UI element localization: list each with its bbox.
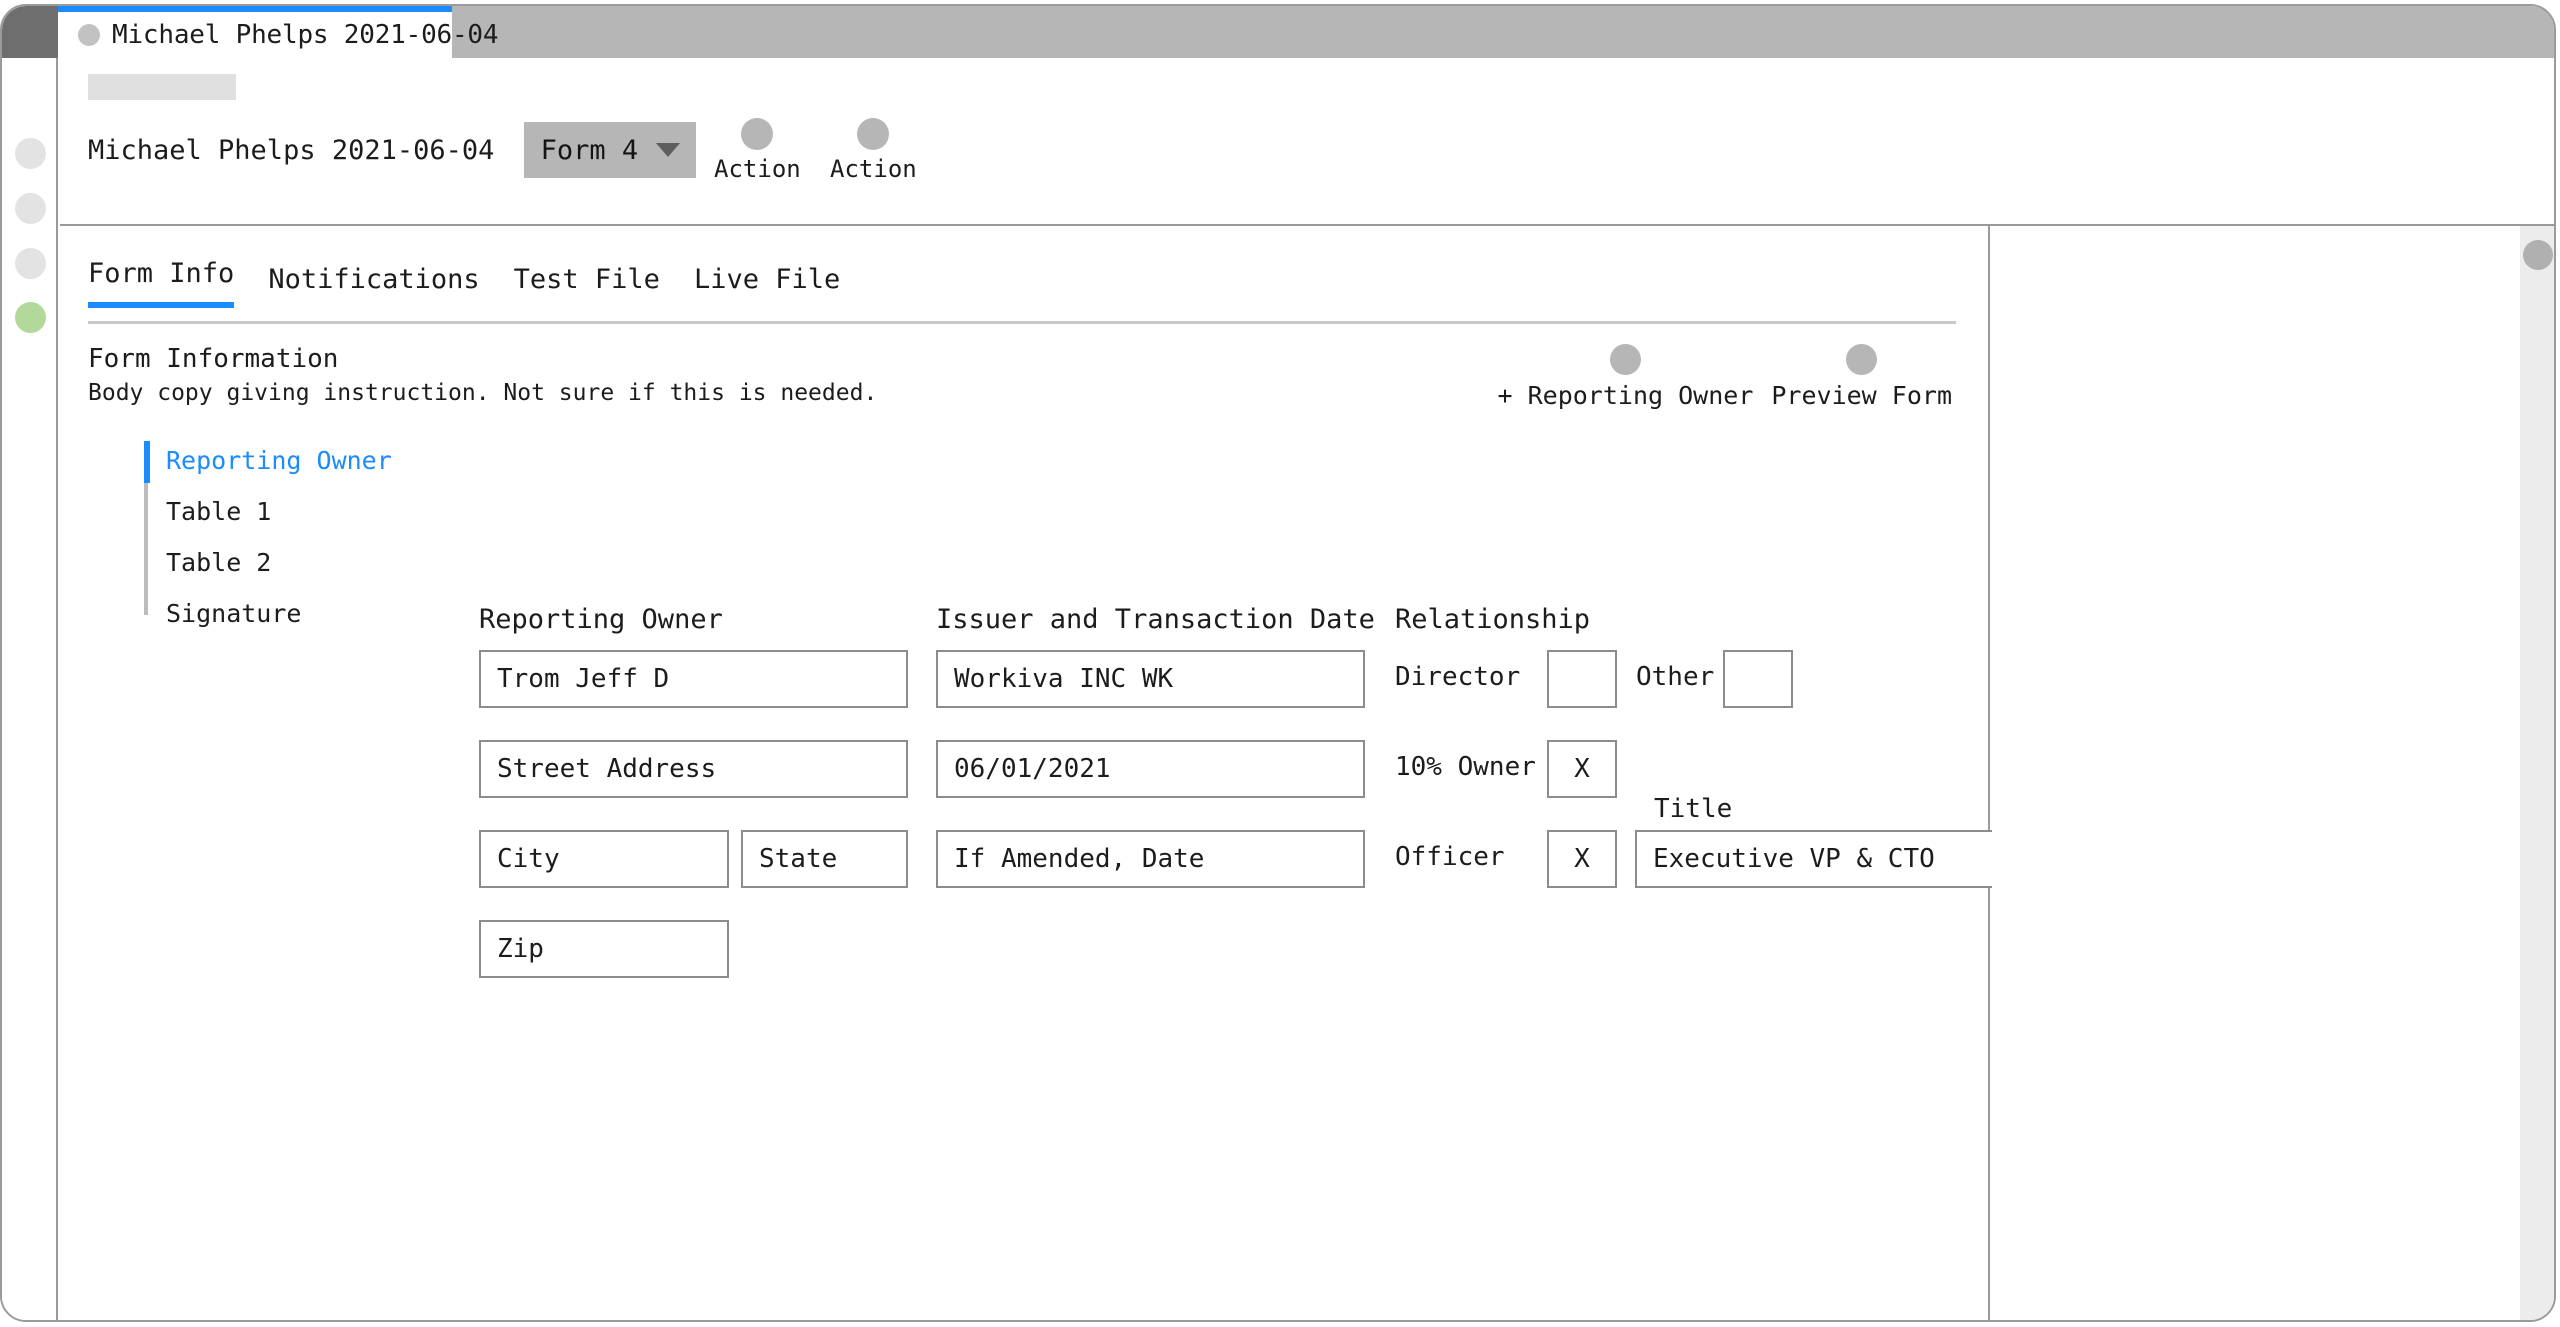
side-pane-scrollbar[interactable] [2520,226,2554,1320]
document-tab[interactable]: Michael Phelps 2021-06-04 [58,6,499,58]
amended-date-input[interactable]: If Amended, Date [936,830,1365,888]
add-reporting-owner-icon [1609,344,1641,375]
preview-form-button[interactable]: Preview Form [1771,344,1952,410]
form-type-label: Form 4 [540,134,639,166]
action-button-1[interactable]: Action [702,117,812,183]
left-rail [2,58,58,1320]
chevron-down-icon [656,143,681,157]
issuer-name-input[interactable]: Workiva INC WK [936,650,1365,708]
tab-live-file[interactable]: Live File [694,264,840,308]
subnav-item-table-2[interactable]: Table 2 [166,548,271,577]
breadcrumb-placeholder [88,74,236,100]
subnav-item-table-1[interactable]: Table 1 [166,497,271,526]
other-checkbox[interactable] [1723,650,1793,708]
tab-bar: Form Info Notifications Test File Live F… [88,258,840,308]
transaction-date-input[interactable]: 06/01/2021 [936,740,1365,798]
action-icon-2 [857,117,890,150]
tab-notifications[interactable]: Notifications [268,264,479,308]
rail-icon-2[interactable] [15,193,46,224]
owner-zip-input[interactable]: Zip [479,920,729,978]
subnav-item-signature[interactable]: Signature [166,599,301,628]
rail-icon-1[interactable] [15,138,46,169]
director-label: Director [1395,662,1521,692]
tab-test-file[interactable]: Test File [514,264,660,308]
ten-percent-owner-checkbox[interactable]: X [1547,740,1617,798]
action-label-2: Action [830,154,917,183]
rail-top-block [2,6,58,58]
preview-form-icon [1846,344,1878,375]
director-checkbox[interactable] [1547,650,1617,708]
form-type-select[interactable]: Form 4 [524,122,697,178]
officer-checkbox[interactable]: X [1547,830,1617,888]
toolbar: Michael Phelps 2021-06-04 Form 4 Action … [88,114,928,186]
other-label: Other [1636,662,1715,692]
side-pane [1992,226,2554,1320]
rail-icon-3[interactable] [15,248,46,279]
subnav-item-reporting-owner[interactable]: Reporting Owner [166,446,392,475]
rail-icon-4-active[interactable] [15,302,46,333]
add-reporting-owner-label: + Reporting Owner [1497,381,1754,410]
document-tab-status-icon [78,24,100,46]
section-heading: Form Information [88,344,339,374]
owner-city-input[interactable]: City [479,830,729,888]
add-reporting-owner-button[interactable]: + Reporting Owner [1497,344,1754,410]
action-button-2[interactable]: Action [818,117,928,183]
action-label-1: Action [714,154,801,183]
owner-street-input[interactable]: Street Address [479,740,908,798]
window-body: Michael Phelps 2021-06-04 Form 4 Action … [60,58,2554,1320]
column-heading-reporting-owner: Reporting Owner [479,604,723,635]
title-input[interactable]: Executive VP & CTO [1635,830,2036,888]
column-heading-relationship: Relationship [1395,604,1591,635]
owner-name-input[interactable]: Trom Jeff D [479,650,908,708]
document-tab-title: Michael Phelps 2021-06-04 [112,20,499,50]
content-action-group: + Reporting Owner Preview Form [1497,344,1952,410]
ten-percent-owner-label: 10% Owner [1395,752,1536,782]
tab-bar-divider [88,321,1956,324]
preview-form-label: Preview Form [1771,381,1952,410]
section-subtext: Body copy giving instruction. Not sure i… [88,380,878,406]
application-window: Michael Phelps 2021-06-04 Michael Phelps… [0,4,2556,1322]
action-icon-1 [741,117,774,150]
page-title: Michael Phelps 2021-06-04 [88,134,495,166]
title-label: Title [1654,794,1733,824]
side-pane-scrollbar-thumb[interactable] [2523,240,2553,270]
officer-label: Officer [1395,842,1505,872]
column-heading-issuer: Issuer and Transaction Date [936,604,1375,635]
sub-navigation-active-marker [144,441,150,483]
content-pane: Form Info Notifications Test File Live F… [60,226,2036,1320]
owner-state-input[interactable]: State [741,830,908,888]
tab-form-info[interactable]: Form Info [88,258,235,308]
